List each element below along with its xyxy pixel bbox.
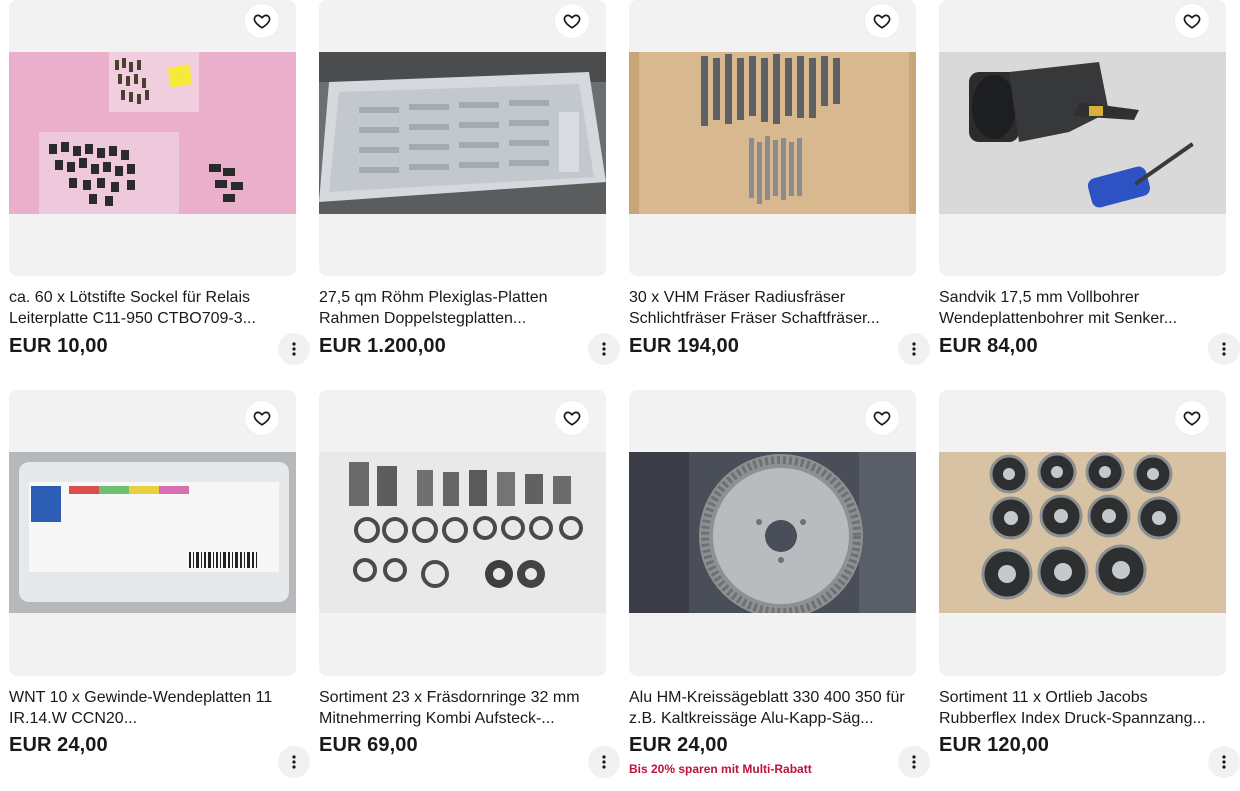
vertical-ellipsis-icon[interactable] [278, 746, 310, 778]
rubberflex-collets-photo[interactable] [939, 452, 1226, 613]
wnt-inserts-box-photo[interactable] [9, 452, 296, 613]
listing-image-frame[interactable] [9, 0, 296, 276]
arbor-rings-photo[interactable] [319, 452, 606, 613]
listing-price: EUR 1.200,00 [319, 335, 446, 357]
listing-title[interactable]: 30 x VHM Fräser Radiusfräser Schlichtfrä… [629, 287, 916, 329]
heart-outline-icon[interactable] [865, 401, 899, 435]
listing-image-frame[interactable] [319, 0, 606, 276]
vertical-ellipsis-icon[interactable] [1208, 746, 1240, 778]
listing-image-frame[interactable] [319, 390, 606, 676]
listing-image-frame[interactable] [629, 390, 916, 676]
listing-title[interactable]: Alu HM-Kreissägeblatt 330 400 350 für z.… [629, 687, 916, 729]
listing-price: EUR 84,00 [939, 335, 1038, 357]
listing-image-frame[interactable] [9, 390, 296, 676]
listing-price: EUR 10,00 [9, 335, 108, 357]
heart-outline-icon[interactable] [555, 4, 589, 38]
listing-title[interactable]: Sortiment 23 x Fräsdornringe 32 mm Mitne… [319, 687, 606, 729]
milling-cutters-photo[interactable] [629, 52, 916, 214]
listing-price: EUR 194,00 [629, 335, 739, 357]
listing-image-frame[interactable] [939, 390, 1226, 676]
vertical-ellipsis-icon[interactable] [898, 333, 930, 365]
heart-outline-icon[interactable] [245, 401, 279, 435]
sandvik-drill-photo[interactable] [939, 52, 1226, 214]
relay-pins-photo[interactable] [9, 52, 296, 214]
multi-discount-promo: Bis 20% sparen mit Multi-Rabatt [629, 762, 812, 776]
listing-title[interactable]: WNT 10 x Gewinde-Wendeplatten 11 IR.14.W… [9, 687, 296, 729]
listing-price: EUR 120,00 [939, 734, 1049, 756]
saw-blade-photo[interactable] [629, 452, 916, 613]
vertical-ellipsis-icon[interactable] [898, 746, 930, 778]
heart-outline-icon[interactable] [1175, 401, 1209, 435]
listing-title[interactable]: Sortiment 11 x Ortlieb Jacobs Rubberflex… [939, 687, 1226, 729]
plexiglas-panels-photo[interactable] [319, 52, 606, 214]
listing-grid: ca. 60 x Lötstifte Sockel für Relais Lei… [0, 0, 1240, 791]
vertical-ellipsis-icon[interactable] [278, 333, 310, 365]
listing-image-frame[interactable] [939, 0, 1226, 276]
listing-image-frame[interactable] [629, 0, 916, 276]
listing-price: EUR 24,00 [629, 734, 728, 756]
heart-outline-icon[interactable] [245, 4, 279, 38]
heart-outline-icon[interactable] [1175, 4, 1209, 38]
listing-title[interactable]: Sandvik 17,5 mm Vollbohrer Wendeplattenb… [939, 287, 1226, 329]
listing-price: EUR 69,00 [319, 734, 418, 756]
heart-outline-icon[interactable] [865, 4, 899, 38]
listing-title[interactable]: ca. 60 x Lötstifte Sockel für Relais Lei… [9, 287, 296, 329]
vertical-ellipsis-icon[interactable] [588, 333, 620, 365]
listing-title[interactable]: 27,5 qm Röhm Plexiglas-Platten Rahmen Do… [319, 287, 606, 329]
listing-price: EUR 24,00 [9, 734, 108, 756]
vertical-ellipsis-icon[interactable] [1208, 333, 1240, 365]
heart-outline-icon[interactable] [555, 401, 589, 435]
vertical-ellipsis-icon[interactable] [588, 746, 620, 778]
